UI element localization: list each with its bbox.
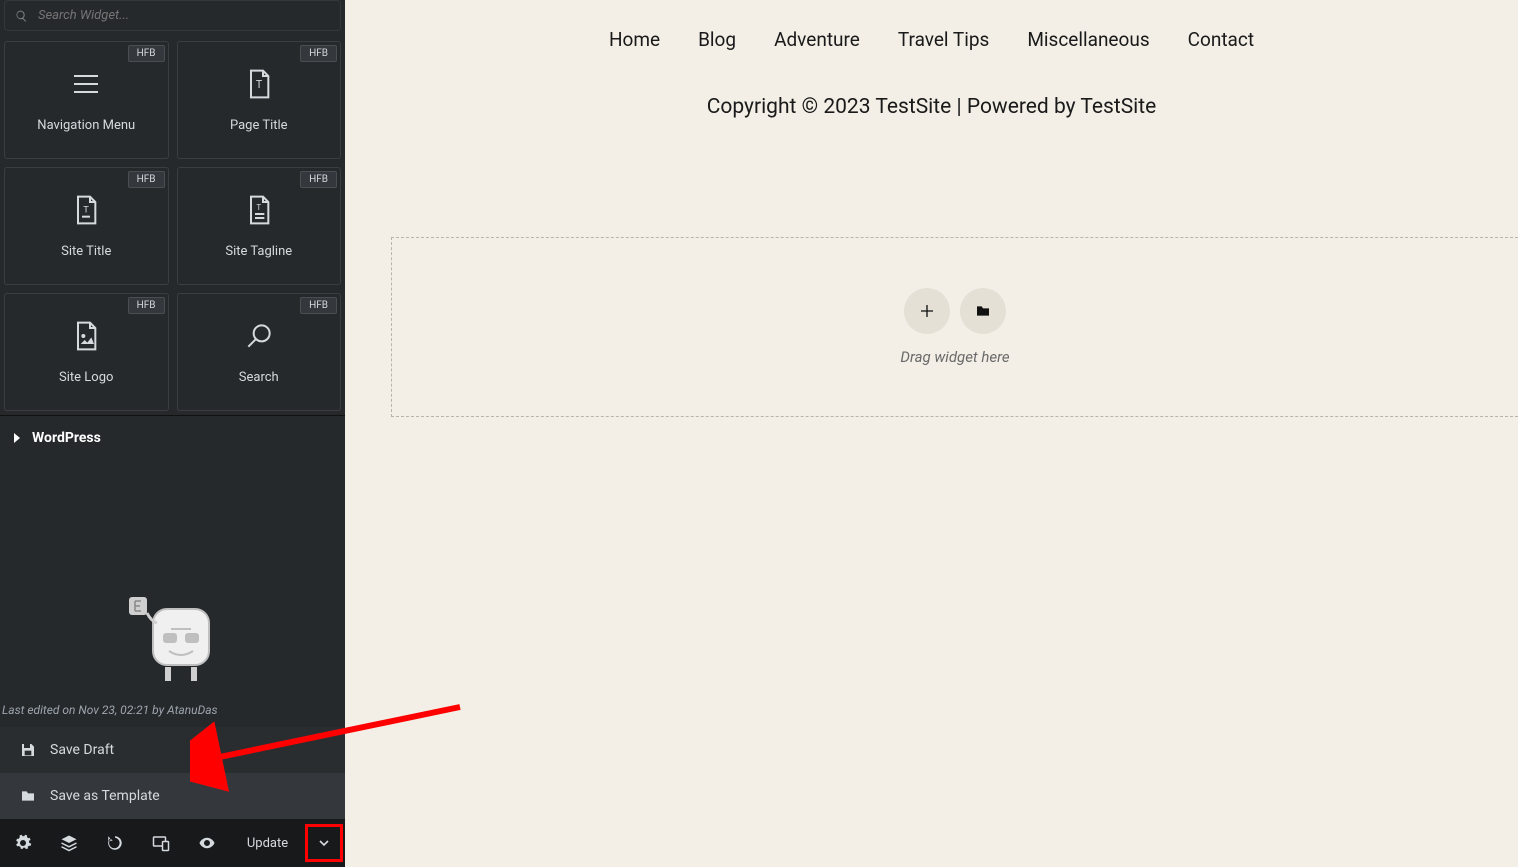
navigator-button[interactable] [46, 819, 92, 867]
magnifier-icon [243, 320, 275, 352]
drop-zone-text: Drag widget here [900, 348, 1009, 366]
hfb-badge: HFB [128, 297, 165, 314]
nav-link-miscellaneous[interactable]: Miscellaneous [1027, 28, 1149, 51]
folder-icon [20, 788, 36, 804]
wordpress-accordion[interactable]: WordPress [0, 415, 345, 460]
settings-button[interactable] [0, 819, 46, 867]
last-edited-text: Last edited on Nov 23, 02:21 by AtanuDas [0, 695, 345, 727]
nav-link-contact[interactable]: Contact [1188, 28, 1254, 51]
caret-right-icon [12, 433, 22, 443]
save-icon [20, 742, 36, 758]
hfb-badge: HFB [300, 297, 337, 314]
responsive-icon [152, 834, 170, 852]
update-button[interactable]: Update [230, 836, 305, 851]
document-image-icon [70, 320, 102, 352]
eye-icon [198, 834, 216, 852]
svg-text:T: T [256, 78, 263, 91]
widget-site-tagline[interactable]: HFB T Site Tagline [177, 167, 342, 285]
save-as-template-button[interactable]: Save as Template [0, 773, 345, 819]
add-template-button[interactable] [960, 288, 1006, 334]
document-title-icon: T [70, 194, 102, 226]
save-draft-button[interactable]: Save Draft [0, 727, 345, 773]
nav-link-blog[interactable]: Blog [698, 28, 736, 51]
widget-label: Site Title [61, 244, 111, 259]
widget-navigation-menu[interactable]: HFB Navigation Menu [4, 41, 169, 159]
hamburger-icon [70, 68, 102, 100]
layers-icon [60, 834, 78, 852]
elementor-mascot-icon [113, 589, 233, 689]
chevron-down-icon [316, 835, 332, 851]
widget-page-title[interactable]: HFB T Page Title [177, 41, 342, 159]
site-navigation: Home Blog Adventure Travel Tips Miscella… [345, 0, 1518, 51]
save-template-label: Save as Template [50, 788, 160, 804]
folder-icon [975, 303, 991, 319]
hfb-badge: HFB [128, 171, 165, 188]
svg-text:T: T [83, 204, 89, 215]
widget-label: Search [239, 370, 279, 385]
editor-canvas[interactable]: Home Blog Adventure Travel Tips Miscella… [345, 0, 1518, 867]
widget-label: Page Title [230, 118, 288, 133]
promo-area [0, 460, 345, 695]
widget-search[interactable]: HFB Search [177, 293, 342, 411]
document-lines-icon: T [243, 194, 275, 226]
widget-label: Site Tagline [225, 244, 292, 259]
svg-text:T: T [256, 203, 261, 212]
copyright-text: Copyright © 2023 TestSite | Powered by T… [345, 95, 1518, 119]
plus-icon [919, 303, 935, 319]
gear-icon [14, 834, 32, 852]
widget-site-logo[interactable]: HFB Site Logo [4, 293, 169, 411]
history-button[interactable] [92, 819, 138, 867]
widget-site-title[interactable]: HFB T Site Title [4, 167, 169, 285]
nav-link-adventure[interactable]: Adventure [774, 28, 860, 51]
hfb-badge: HFB [300, 171, 337, 188]
save-options-toggle[interactable] [305, 824, 343, 862]
elementor-sidebar: HFB Navigation Menu HFB T Page Title HFB… [0, 0, 345, 867]
widget-grid: HFB Navigation Menu HFB T Page Title HFB… [0, 31, 345, 415]
widget-label: Navigation Menu [37, 118, 135, 133]
widget-search[interactable] [4, 0, 341, 31]
responsive-button[interactable] [138, 819, 184, 867]
save-draft-label: Save Draft [50, 742, 114, 758]
search-icon [15, 9, 28, 23]
widget-label: Site Logo [59, 370, 113, 385]
nav-link-home[interactable]: Home [609, 28, 660, 51]
save-options-menu: Save Draft Save as Template [0, 727, 345, 819]
search-input[interactable] [38, 8, 330, 23]
accordion-label: WordPress [32, 430, 101, 446]
hfb-badge: HFB [300, 45, 337, 62]
document-t-icon: T [243, 68, 275, 100]
preview-button[interactable] [184, 819, 230, 867]
history-icon [106, 834, 124, 852]
empty-section-drop-zone[interactable]: Drag widget here [391, 237, 1518, 417]
hfb-badge: HFB [128, 45, 165, 62]
add-section-button[interactable] [904, 288, 950, 334]
nav-link-travel-tips[interactable]: Travel Tips [898, 28, 989, 51]
bottom-bar: Update [0, 819, 345, 867]
